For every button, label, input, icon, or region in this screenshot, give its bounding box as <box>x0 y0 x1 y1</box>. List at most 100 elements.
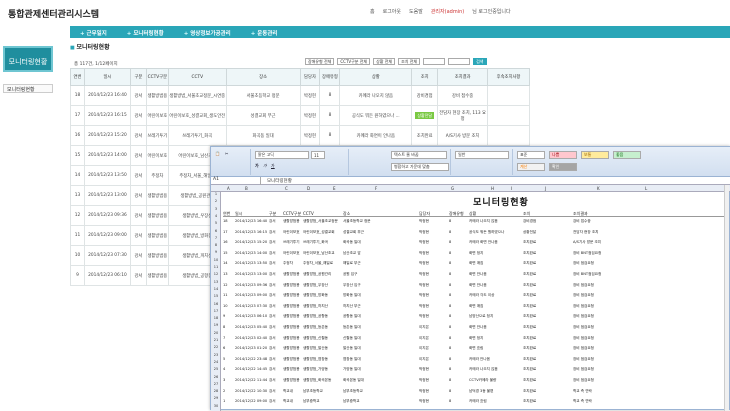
sheet-cell[interactable]: 2014/12/23 16:40 <box>235 219 267 223</box>
sheet-cell[interactable]: 쓰레기투기 <box>283 240 301 245</box>
bold-button[interactable]: 가 <box>255 163 259 169</box>
sheet-cell[interactable]: 장비 점검요청 <box>573 367 651 372</box>
sheet-cell[interactable]: 주정차 <box>283 261 301 266</box>
sheet-cell[interactable]: 2014/12/22 11:44 <box>235 378 267 382</box>
sheet-cell[interactable]: 2014/12/23 13:50 <box>235 261 267 265</box>
sheet-cell[interactable]: 조치완료 <box>523 304 571 309</box>
sheet-cell[interactable]: 9 <box>223 314 233 318</box>
sheet-row[interactable]: 15 2014/12/23 14:00 강서 어린이보호 어린이보호_남산초교 남산초교 … <box>223 251 729 261</box>
sheet-cell[interactable]: 화곡동 일대 <box>343 240 417 245</box>
sheet-cell[interactable]: 남부초등학교 <box>303 389 341 394</box>
sheet-cell[interactable]: 생활방범용 <box>283 304 301 309</box>
sheet-cell[interactable]: 상황전달 <box>523 230 571 235</box>
sheet-cell[interactable]: 조치완료 <box>523 283 571 288</box>
style-calc[interactable]: 계산 <box>517 163 545 171</box>
sheet-cell[interactable]: 8 <box>449 314 467 318</box>
nav-item-monitoring[interactable]: 모니터링현황 <box>117 26 174 38</box>
sheet-cell[interactable]: 8 <box>449 399 467 403</box>
underline-button[interactable]: 가 <box>271 163 275 169</box>
style-normal[interactable]: 표준 <box>517 151 545 159</box>
sheet-cell[interactable]: 생활방범_발산동 <box>303 346 341 351</box>
sheet-cell[interactable]: 8 <box>449 357 467 361</box>
sheet-cell[interactable]: 화면 안나옴 <box>469 325 521 330</box>
sheet-cell[interactable]: 8 <box>449 283 467 287</box>
sheet-cell[interactable]: 강비경점 <box>523 219 571 224</box>
sheet-cell[interactable]: 7 <box>223 336 233 340</box>
sheet-cell[interactable]: 2014/12/22 09:00 <box>235 399 267 403</box>
row-number[interactable]: 18 <box>211 316 221 320</box>
sheet-row[interactable]: 2 2014/12/22 10:30 강서 학교내 남부초등학교 남부초등학교 박정현 8 남덕… <box>223 389 729 399</box>
sheet-cell[interactable]: 서울초등학교 정문 <box>343 219 417 224</box>
sheet-cell[interactable]: 2014/12/23 06:10 <box>235 314 267 318</box>
sheet-cell[interactable]: 조치완료 <box>523 293 571 298</box>
column-header[interactable]: I <box>511 186 512 191</box>
sheet-cell[interactable]: 13 <box>223 272 233 276</box>
sheet-cell[interactable]: 1 <box>223 399 233 403</box>
date-from-input[interactable] <box>423 58 446 65</box>
sheet-cell[interactable]: 생활방범용 <box>283 293 301 298</box>
row-number[interactable]: 3 <box>211 207 221 211</box>
sheet-cell[interactable]: 강서 <box>269 251 281 256</box>
sheet-cell[interactable]: 생활방범_화곡본동 <box>303 378 341 383</box>
sheet-cell[interactable]: 어린이보호_남산초교 <box>303 251 341 256</box>
column-header[interactable]: K <box>597 186 600 191</box>
sheet-row[interactable]: 11 2014/12/23 09:00 강서 생활방범용 생활방범_방화동 방화동 일대 박… <box>223 293 729 303</box>
row-number[interactable]: 9 <box>211 250 221 254</box>
sheet-cell[interactable]: 12 <box>223 283 233 287</box>
sheet-row[interactable]: 9 2014/12/23 06:10 강서 생활방범용 생활방범_공항동 공항동 일대 박정… <box>223 314 729 324</box>
row-number[interactable]: 21 <box>211 338 221 342</box>
name-box[interactable]: A1 <box>211 176 261 185</box>
sheet-cell[interactable]: 화면 깨짐 <box>469 261 521 266</box>
sheet-row[interactable]: 12 2014/12/23 09:36 강서 생활방범용 생활방범_우장산 우장산 입구 박… <box>223 283 729 293</box>
sheet-cell[interactable]: 장비 점검요청 <box>573 283 651 288</box>
merge-center-button[interactable]: 병합하고 가운데 맞춤 <box>391 163 449 171</box>
sheet-cell[interactable]: 이지은 <box>419 336 447 341</box>
sheet-row[interactable]: 8 2014/12/23 05:40 강서 생활방범용 생활방범_등촌동 등촌동 일대 이지… <box>223 325 729 335</box>
sheet-cell[interactable]: 2014/12/23 07:30 <box>235 304 267 308</box>
sheet-cell[interactable]: 어린이보호 <box>283 230 301 235</box>
row-number[interactable]: 24 <box>211 360 221 364</box>
sheet-cell[interactable]: 8 <box>449 325 467 329</box>
sheet-cell[interactable]: 강서 <box>269 399 281 404</box>
sheet-cell[interactable]: 4 <box>223 367 233 371</box>
sheet-cell[interactable]: 카메라 나오지 않음 <box>469 219 521 224</box>
sheet-cell[interactable]: 박정현 <box>419 304 447 309</box>
sheet-row[interactable]: 4 2014/12/22 14:45 강서 생활방범용 생활방범_가양동 가양동 일대 박정… <box>223 367 729 377</box>
sheet-cell[interactable]: 공식도 뭐든 원하였으나 <box>469 230 521 235</box>
sheet-cell[interactable]: 성결교회 부근 <box>343 230 417 235</box>
cut-icon[interactable]: ✂ <box>225 151 228 156</box>
row-number[interactable]: 27 <box>211 382 221 386</box>
row-number[interactable]: 8 <box>211 243 221 247</box>
error-type-select[interactable]: 장애유형 전체 <box>305 58 335 65</box>
sheet-cell[interactable]: 조치완료 <box>523 272 571 277</box>
sheet-row[interactable]: 5 2014/12/22 23:48 강서 생활방범용 생활방범_염창동 염창동 일대 이지… <box>223 357 729 367</box>
sheet-cell[interactable]: 강서 <box>269 389 281 394</box>
sheet-grid[interactable]: 1 2 3 4 5 6 7 8 9 10 11 12 13 14 15 16 17 18 19 20 21 22 23 24 2… <box>211 192 730 411</box>
sheet-cell[interactable]: 공항동 일대 <box>343 314 417 319</box>
sheet-cell[interactable]: 8 <box>449 293 467 297</box>
sheet-cell[interactable]: 장비 점검요청 <box>573 293 651 298</box>
sheet-cell[interactable]: 8 <box>449 251 467 255</box>
sheet-cell[interactable]: 조치완료 <box>523 336 571 341</box>
row-number[interactable]: 6 <box>211 229 221 233</box>
sheet-cell[interactable]: 5 <box>223 357 233 361</box>
sheet-cell[interactable]: 2014/12/23 13:00 <box>235 272 267 276</box>
sheet-cell[interactable]: 2014/12/22 10:30 <box>235 389 267 393</box>
sheet-cell[interactable]: 6 <box>223 346 233 350</box>
sheet-cell[interactable]: 장비 BNT점검요청 <box>573 272 651 277</box>
sheet-cell[interactable]: 염창동 일대 <box>343 357 417 362</box>
sheet-cell[interactable]: 강서 <box>269 314 281 319</box>
row-number[interactable]: 4 <box>211 214 221 218</box>
sheet-cell[interactable]: 조치완료 <box>523 240 571 245</box>
sheet-cell[interactable]: 8 <box>223 325 233 329</box>
sheet-cell[interactable]: 2014/12/23 16:15 <box>235 230 267 234</box>
table-row[interactable]: 17 2014/12/23 16:15 강서 어린이보호 어린이보호_성결교회_생도안전… <box>70 105 530 126</box>
sheet-cell[interactable]: 생활방범용 <box>283 272 301 277</box>
nav-item-video[interactable]: 영상정보가공관리 <box>174 26 241 38</box>
sheet-row[interactable]: 16 2014/12/23 15:20 강서 쓰레기투기 쓰레기투기_화곡 화곡동 일대 박… <box>223 240 729 250</box>
sheet-cell[interactable]: 남부중학교 <box>343 399 417 404</box>
sheet-cell[interactable]: 우장산 입구 <box>343 283 417 288</box>
sheet-cell[interactable]: 2014/12/22 23:48 <box>235 357 267 361</box>
sheet-cell[interactable]: 장비 점검요청 <box>573 378 651 383</box>
nav-item-worklog[interactable]: 근무일지 <box>70 26 117 38</box>
